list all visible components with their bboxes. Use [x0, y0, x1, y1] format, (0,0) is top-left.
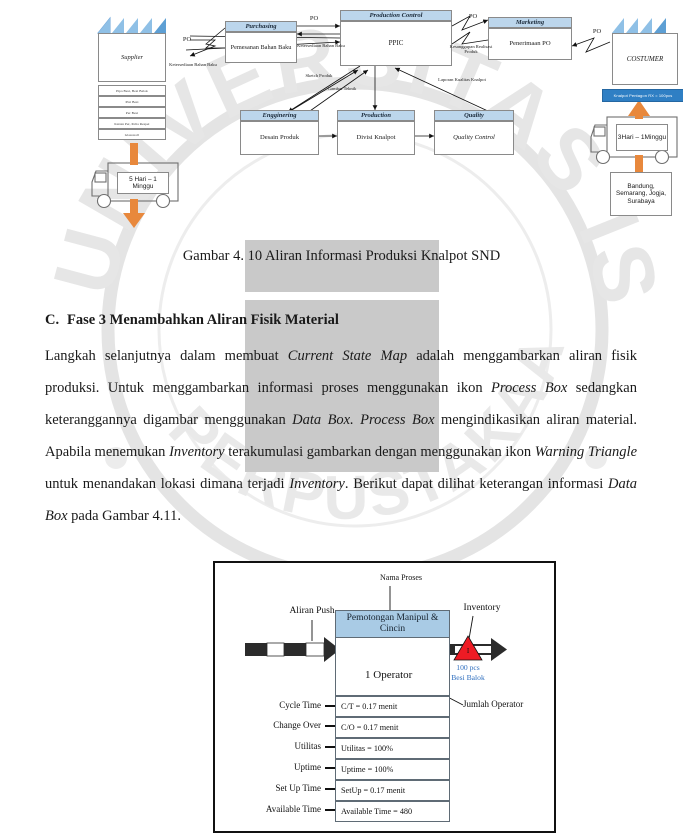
node-header-production: Production	[337, 110, 415, 121]
data-row-uptime: Uptime = 100%	[335, 759, 450, 780]
node-body-text: Pemesanan Bahan Baku	[230, 43, 292, 51]
arrow-quality-pc	[394, 67, 491, 113]
paragraph-emphasis: Inventory	[289, 476, 345, 492]
right-destination-box: Bandung, Semarang, Jogja, Surabaya	[610, 172, 672, 216]
arrow-label-po-purchasing-pc: PO	[309, 15, 319, 22]
arrow-label-kesanggupan: Kesanggupan Realisasi Produk	[449, 44, 493, 54]
arrow-label-ketersediaan-supplier: Ketersediaan Bahan Baku	[169, 62, 217, 67]
push-arrow-in	[245, 637, 340, 662]
info-arrow-customer-marketing	[571, 37, 611, 53]
left-truck-leadtime-box: 5 Hari – 1 Minggu	[117, 172, 169, 194]
right-truck-leadtime-box: 3Hari – 1Minggu	[616, 124, 668, 151]
arrow-label-sketch-produk: Sketch Produk	[305, 73, 333, 78]
arrow-label-ketersediaan-pc: Ketersediaan Bahan Baku	[297, 43, 345, 48]
node-body-engineering: Desain Produk	[240, 121, 319, 155]
customer-title: COSTUMER	[626, 54, 664, 63]
data-row-cycle-time: C/T = 0.17 menit	[335, 696, 450, 717]
supplier-material-row: Plat Besi	[98, 96, 166, 107]
node-body-text: Divisi Knalpot	[356, 134, 396, 142]
process-box-body	[335, 638, 450, 696]
label-change-over: Change Over	[273, 720, 321, 730]
node-body-marketing: Penerimaan PO	[488, 28, 572, 60]
supplier-title: Supplier	[120, 53, 144, 61]
node-body-text: Penerimaan PO	[509, 40, 551, 48]
paragraph-emphasis: Current State Map	[287, 348, 408, 364]
supplier-roof	[96, 16, 166, 34]
label-cycle-time: Cycle Time	[279, 700, 321, 710]
supplier-material-row: Kaitan Per, Pelia Respet	[98, 118, 166, 129]
section-heading: Fase 3 Menambahkan Aliran Fisik Material	[67, 312, 339, 328]
data-row-utilitas: Utilitas = 100%	[335, 738, 450, 759]
paragraph-text: Langkah selanjutnya dalam membuat	[45, 348, 288, 364]
info-arrow-purchasing-pc	[297, 23, 340, 37]
document-page: UNIVERSITAS ISLAM BANDUNG PERPUSTAKAAN	[0, 0, 683, 838]
supplier-material-row: Pipa Besi, Besi Balok	[98, 85, 166, 96]
paragraph-emphasis: Warning Triangle	[534, 444, 638, 460]
inventory-symbol: I	[466, 647, 470, 655]
paragraph-text: untuk menandakan lokasi dimana terjadi	[45, 476, 290, 492]
node-body-production: Divisi Knalpot	[337, 121, 415, 155]
arrow-label-po-supplier: PO	[182, 36, 192, 43]
node-body-text: PPIC	[388, 39, 404, 48]
data-row-setup-time: SetUp = 0.17 menit	[335, 780, 450, 801]
label-available-time: Available Time	[265, 804, 321, 814]
body-paragraph: Langkah selanjutnya dalam membuat Curren…	[45, 340, 637, 532]
paragraph-text: terakumulasi gambarkan dengan menggunaka…	[224, 444, 535, 460]
data-row-change-over: C/O = 0.17 menit	[335, 717, 450, 738]
arrow-label-laporan-kualitas: Laporan Kualitas Knalpot	[438, 77, 486, 82]
operator-count: 1 Operator	[365, 669, 413, 681]
node-body-ppic: PPIC	[340, 21, 452, 66]
customer-roof	[612, 18, 666, 33]
supplier-box: Supplier	[98, 33, 166, 82]
right-product-banner: Knalpot Pentagon RX = 100pcs	[602, 89, 683, 102]
node-body-text: Desain Produk	[259, 134, 299, 142]
annotation-jumlah-operator: Jumlah Operator	[463, 699, 525, 710]
arrow-label-gambar-teknik: Gambar Teknik	[327, 86, 357, 91]
label-nama-proses: Nama Proses	[380, 573, 422, 582]
supplier-material-row: Per Besi	[98, 107, 166, 118]
arrow-label-po-customer: PO	[592, 28, 602, 35]
left-truck-leadtime-text: 5 Hari – 1 Minggu	[129, 175, 157, 190]
right-truck-leadtime-text: 3Hari – 1Minggu	[617, 133, 667, 141]
annotation-jumlah-operator-text: Jumlah Operator	[463, 699, 524, 709]
supplier-material-row: Glasswoll	[98, 129, 166, 140]
customer-box: COSTUMER	[612, 33, 678, 85]
node-body-quality: Quality Control	[434, 121, 514, 155]
process-box-header: Pemotongan Manipul & Cincin	[335, 610, 450, 638]
node-body-text: Quality Control	[453, 134, 495, 142]
data-row-available-time: Available Time = 480	[335, 801, 450, 822]
paragraph-emphasis: Data Box. Process Box	[292, 412, 435, 428]
paragraph-emphasis: Inventory	[169, 444, 225, 460]
node-body-purchasing: Pemesanan Bahan Baku	[225, 32, 297, 63]
paragraph-emphasis: Process Box	[491, 380, 568, 396]
right-destination-text: Bandung, Semarang, Jogja, Surabaya	[615, 182, 667, 205]
figure-caption-4-10: Gambar 4. 10 Aliran Informasi Produksi K…	[182, 248, 501, 264]
node-header-engineering: Engginering	[240, 110, 319, 121]
node-header-marketing: Marketing	[488, 17, 572, 28]
arrow-label-po-marketing-pc: PO	[468, 13, 478, 20]
section-marker: C.	[45, 312, 60, 328]
label-utilitas: Utilitas	[294, 741, 322, 751]
info-arrow-pc-marketing	[451, 14, 489, 45]
figure-data-box: Nama Proses Aliran Push Inventory I 100 …	[213, 561, 556, 833]
node-header-purchasing: Purchasing	[225, 21, 297, 32]
label-uptime: Uptime	[294, 762, 321, 772]
leader-inventory	[468, 615, 474, 640]
paragraph-text: pada Gambar 4.11.	[67, 508, 181, 524]
paragraph-text: . Berikut dapat dilihat keterangan infor…	[344, 476, 608, 492]
figure-aliran-informasi: Supplier Pipa Besi, Besi Balok Plat Besi…	[0, 0, 683, 235]
label-inventory: Inventory	[463, 603, 501, 613]
label-set-up-time: Set Up Time	[275, 783, 321, 793]
node-header-quality: Quality	[434, 110, 514, 121]
node-header-production-control: Production Control	[340, 10, 452, 21]
